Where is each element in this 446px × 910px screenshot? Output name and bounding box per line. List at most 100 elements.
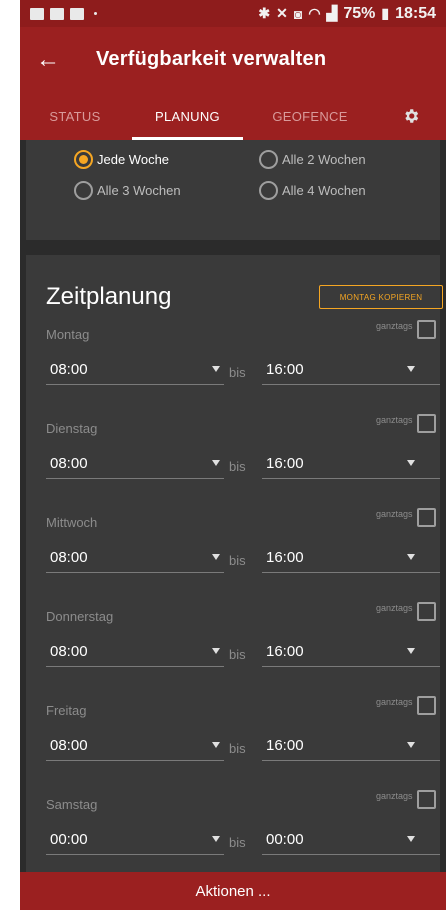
system-icons: ✱ ✕ ◙ ◠ ▟ 75% ▮ 18:54 (258, 5, 436, 23)
more-notifications-icon (94, 12, 97, 15)
ganztags-label: ganztags (376, 603, 413, 613)
radio-label: Alle 4 Wochen (282, 183, 366, 198)
bis-label: bis (229, 741, 246, 756)
bis-label: bis (229, 459, 246, 474)
ganztags-checkbox[interactable] (417, 508, 436, 527)
radio-label: Jede Woche (97, 152, 170, 167)
day-name: Donnerstag (46, 609, 114, 624)
bis-label: bis (229, 365, 246, 380)
bis-label: bis (229, 553, 246, 568)
ganztags-checkbox[interactable] (417, 320, 436, 339)
app-screen: ✱ ✕ ◙ ◠ ▟ 75% ▮ 18:54 ← Verfügbarkeit ve… (20, 0, 446, 910)
ganztags-label: ganztags (376, 791, 413, 801)
day-row-freitag: Freitag ganztags 08:00 bis 16:00 (26, 696, 440, 795)
end-time-select[interactable]: 16:00 (262, 637, 440, 667)
day-name: Montag (46, 327, 90, 342)
radio-selected-icon[interactable] (74, 150, 93, 169)
start-time-value: 08:00 (50, 361, 88, 378)
dropdown-caret-icon (212, 366, 220, 372)
dropdown-caret-icon (407, 648, 415, 654)
dropdown-caret-icon (212, 648, 220, 654)
facebook-icon (70, 7, 84, 20)
end-time-value: 16:00 (266, 361, 304, 378)
dropdown-caret-icon (212, 460, 220, 466)
day-row-dienstag: Dienstag ganztags 08:00 bis 16:00 (26, 414, 440, 513)
schedule-card: Zeitplanung MONTAG KOPIEREN Montag ganzt… (26, 255, 443, 910)
battery-percent: 75% (343, 4, 376, 22)
day-name: Freitag (46, 703, 87, 718)
radio-label: Alle 2 Wochen (282, 152, 366, 167)
status-bar: ✱ ✕ ◙ ◠ ▟ 75% ▮ 18:54 (20, 0, 446, 27)
radio-jede-woche[interactable]: Jede Woche (74, 150, 169, 169)
clock: 18:54 (395, 4, 436, 22)
radio-unselected-icon[interactable] (259, 150, 278, 169)
end-time-value: 16:00 (266, 549, 304, 566)
radio-alle-3-wochen[interactable]: Alle 3 Wochen (74, 181, 181, 200)
dropdown-caret-icon (212, 554, 220, 560)
radio-unselected-icon[interactable] (259, 181, 278, 200)
end-time-select[interactable]: 00:00 (262, 825, 440, 855)
gear-icon[interactable] (375, 92, 446, 140)
start-time-value: 08:00 (50, 737, 88, 754)
app-bar: ← Verfügbarkeit verwalten (20, 27, 446, 92)
start-time-value: 08:00 (50, 549, 88, 566)
alarm-icon: ◙ (293, 5, 303, 22)
bis-label: bis (229, 647, 246, 662)
tab-bar: STATUS PLANUNG GEOFENCE (20, 92, 446, 140)
ganztags-checkbox[interactable] (417, 790, 436, 809)
tab-status[interactable]: STATUS (20, 92, 130, 140)
schedule-title: Zeitplanung (46, 283, 172, 310)
wifi-icon: ◠ (308, 5, 321, 21)
tab-geofence[interactable]: GEOFENCE (245, 92, 375, 140)
start-time-select[interactable]: 08:00 (46, 637, 224, 667)
ganztags-checkbox[interactable] (417, 696, 436, 715)
radio-alle-4-wochen[interactable]: Alle 4 Wochen (259, 181, 366, 200)
back-arrow-icon[interactable]: ← (20, 27, 76, 92)
day-row-donnerstag: Donnerstag ganztags 08:00 bis 16:00 (26, 602, 440, 701)
end-time-value: 16:00 (266, 455, 304, 472)
day-row-montag: Montag ganztags 08:00 bis 16:00 (26, 320, 440, 419)
ganztags-label: ganztags (376, 509, 413, 519)
notification-icons (30, 7, 97, 20)
dropdown-caret-icon (407, 836, 415, 842)
actions-button[interactable]: Aktionen ... (20, 872, 446, 910)
day-name: Samstag (46, 797, 98, 812)
start-time-value: 08:00 (50, 455, 88, 472)
start-time-select[interactable]: 08:00 (46, 731, 224, 761)
end-time-value: 00:00 (266, 831, 304, 848)
signal-icon: ▟ (326, 5, 338, 21)
ganztags-checkbox[interactable] (417, 602, 436, 621)
dropdown-caret-icon (212, 742, 220, 748)
end-time-select[interactable]: 16:00 (262, 543, 440, 573)
start-time-select[interactable]: 08:00 (46, 449, 224, 479)
start-time-value: 08:00 (50, 643, 88, 660)
dropdown-caret-icon (407, 460, 415, 466)
mail-icon (50, 7, 64, 20)
radio-unselected-icon[interactable] (74, 181, 93, 200)
end-time-select[interactable]: 16:00 (262, 355, 440, 385)
tab-planung[interactable]: PLANUNG (130, 92, 245, 140)
start-time-select[interactable]: 08:00 (46, 355, 224, 385)
end-time-select[interactable]: 16:00 (262, 731, 440, 761)
day-row-mittwoch: Mittwoch ganztags 08:00 bis 16:00 (26, 508, 440, 607)
start-time-value: 00:00 (50, 831, 88, 848)
radio-alle-2-wochen[interactable]: Alle 2 Wochen (259, 150, 366, 169)
gallery-icon (30, 7, 44, 20)
day-name: Dienstag (46, 421, 98, 436)
ganztags-label: ganztags (376, 415, 413, 425)
radio-label: Alle 3 Wochen (97, 183, 181, 198)
dropdown-caret-icon (407, 554, 415, 560)
recurrence-card: Jede Woche Alle 2 Wochen Alle 3 Wochen A… (26, 140, 440, 240)
start-time-select[interactable]: 00:00 (46, 825, 224, 855)
bluetooth-icon: ✱ (258, 5, 271, 21)
bis-label: bis (229, 835, 246, 850)
end-time-value: 16:00 (266, 643, 304, 660)
start-time-select[interactable]: 08:00 (46, 543, 224, 573)
ganztags-checkbox[interactable] (417, 414, 436, 433)
page-title: Verfügbarkeit verwalten (96, 48, 327, 70)
end-time-select[interactable]: 16:00 (262, 449, 440, 479)
mute-icon: ✕ (276, 5, 288, 21)
dropdown-caret-icon (407, 742, 415, 748)
dropdown-caret-icon (407, 366, 415, 372)
copy-monday-button[interactable]: MONTAG KOPIEREN (319, 285, 443, 309)
